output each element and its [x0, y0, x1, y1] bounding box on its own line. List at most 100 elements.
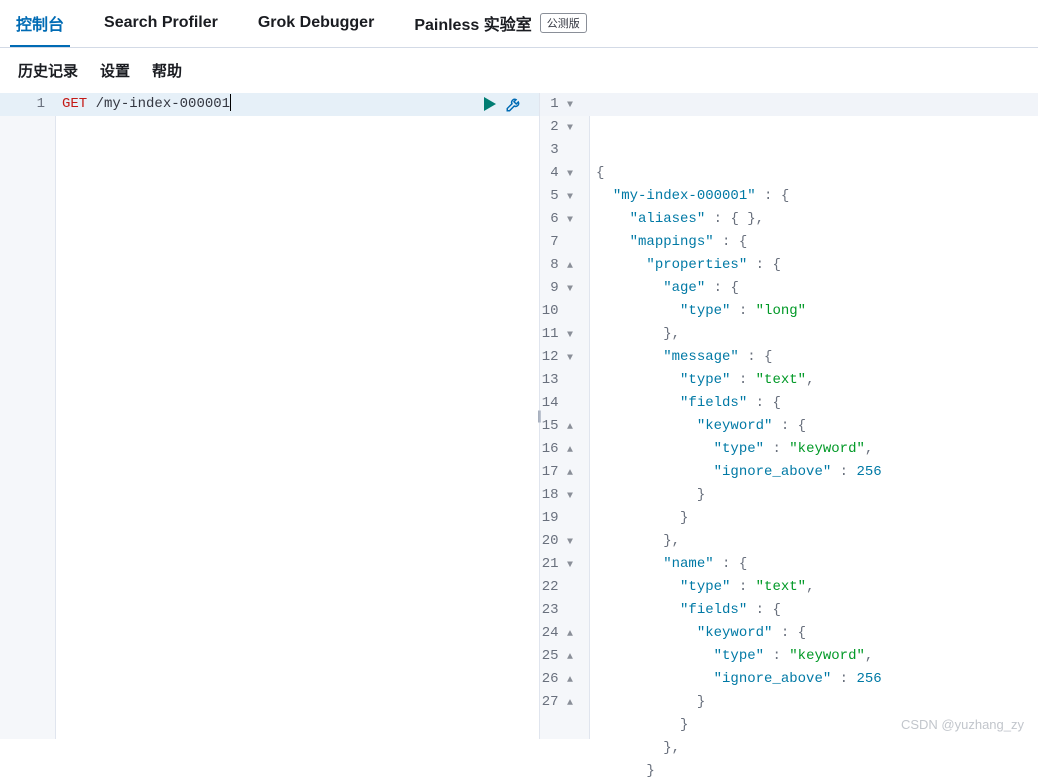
- response-line[interactable]: "age" : {: [590, 277, 1038, 300]
- line-number: 1 ▼: [540, 93, 575, 116]
- line-number: 21 ▼: [540, 553, 575, 576]
- response-line[interactable]: "ignore_above" : 256: [590, 668, 1038, 691]
- response-line[interactable]: "type" : "keyword",: [590, 645, 1038, 668]
- fold-expand-icon[interactable]: ▲: [565, 623, 575, 646]
- tab-painless-lab[interactable]: Painless 实验室 公测版: [408, 0, 592, 47]
- watermark: CSDN @yuzhang_zy: [901, 717, 1024, 732]
- request-pane: 1 GET /my-index-000001: [0, 93, 540, 739]
- tab-console[interactable]: 控制台: [10, 0, 70, 47]
- response-line[interactable]: "type" : "long": [590, 300, 1038, 323]
- response-line[interactable]: {: [590, 162, 1038, 185]
- line-number: 26 ▲: [540, 668, 575, 691]
- line-number: 17 ▲: [540, 461, 575, 484]
- play-icon: [483, 96, 497, 112]
- text-cursor: [230, 94, 231, 111]
- line-number: 25 ▲: [540, 645, 575, 668]
- response-line[interactable]: "properties" : {: [590, 254, 1038, 277]
- line-number: 27 ▲: [540, 691, 575, 714]
- subnav-help[interactable]: 帮助: [152, 60, 182, 81]
- tab-label: Painless 实验室: [414, 11, 531, 35]
- line-number: 14: [540, 392, 575, 415]
- fold-expand-icon[interactable]: ▲: [565, 462, 575, 485]
- wrench-icon: [505, 95, 523, 113]
- request-editor[interactable]: GET /my-index-000001: [56, 93, 539, 739]
- line-number: 6 ▼: [540, 208, 575, 231]
- response-line[interactable]: "name" : {: [590, 553, 1038, 576]
- response-line[interactable]: "mappings" : {: [590, 231, 1038, 254]
- response-line[interactable]: },: [590, 323, 1038, 346]
- response-line[interactable]: "message" : {: [590, 346, 1038, 369]
- response-line[interactable]: "aliases" : { },: [590, 208, 1038, 231]
- response-line[interactable]: "ignore_above" : 256: [590, 461, 1038, 484]
- fold-collapse-icon[interactable]: ▼: [565, 117, 575, 140]
- response-line[interactable]: }: [590, 484, 1038, 507]
- line-number: 4 ▼: [540, 162, 575, 185]
- line-number: 18 ▼: [540, 484, 575, 507]
- line-number: 16 ▲: [540, 438, 575, 461]
- fold-expand-icon[interactable]: ▲: [565, 439, 575, 462]
- line-number: 11 ▼: [540, 323, 575, 346]
- fold-collapse-icon[interactable]: ▼: [565, 554, 575, 577]
- line-number: 22: [540, 576, 575, 599]
- fold-collapse-icon[interactable]: ▼: [565, 278, 575, 301]
- line-number: 10: [540, 300, 575, 323]
- fold-expand-icon[interactable]: ▲: [565, 692, 575, 715]
- line-number: 20 ▼: [540, 530, 575, 553]
- response-line[interactable]: "keyword" : {: [590, 415, 1038, 438]
- response-line[interactable]: "type" : "keyword",: [590, 438, 1038, 461]
- fold-collapse-icon[interactable]: ▼: [565, 163, 575, 186]
- tab-search-profiler[interactable]: Search Profiler: [98, 0, 224, 47]
- fold-collapse-icon[interactable]: ▼: [565, 531, 575, 554]
- line-number: 12 ▼: [540, 346, 575, 369]
- fold-expand-icon[interactable]: ▲: [565, 646, 575, 669]
- response-line[interactable]: "fields" : {: [590, 392, 1038, 415]
- line-number: 9 ▼: [540, 277, 575, 300]
- response-line[interactable]: "fields" : {: [590, 599, 1038, 622]
- response-line[interactable]: }: [590, 691, 1038, 714]
- line-number: 13: [540, 369, 575, 392]
- tab-label: Grok Debugger: [258, 14, 374, 32]
- fold-collapse-icon[interactable]: ▼: [565, 94, 575, 117]
- subnav-history[interactable]: 历史记录: [18, 60, 78, 81]
- response-line[interactable]: "keyword" : {: [590, 622, 1038, 645]
- beta-badge: 公测版: [540, 13, 587, 33]
- response-gutter: 1 ▼2 ▼3 4 ▼5 ▼6 ▼7 8 ▲9 ▼10 11 ▼12 ▼13 1…: [540, 93, 590, 739]
- main-tabs: 控制台 Search Profiler Grok Debugger Painle…: [0, 0, 1038, 48]
- http-path: /my-index-000001: [96, 96, 230, 112]
- response-line[interactable]: },: [590, 530, 1038, 553]
- response-pane: 1 ▼2 ▼3 4 ▼5 ▼6 ▼7 8 ▲9 ▼10 11 ▼12 ▼13 1…: [540, 93, 1038, 739]
- fold-collapse-icon[interactable]: ▼: [565, 485, 575, 508]
- response-line[interactable]: "type" : "text",: [590, 576, 1038, 599]
- response-line[interactable]: "type" : "text",: [590, 369, 1038, 392]
- fold-collapse-icon[interactable]: ▼: [565, 209, 575, 232]
- response-line[interactable]: "my-index-000001" : {: [590, 185, 1038, 208]
- wrench-button[interactable]: [505, 95, 523, 113]
- tab-grok-debugger[interactable]: Grok Debugger: [252, 0, 380, 47]
- response-line[interactable]: }: [590, 507, 1038, 530]
- request-line[interactable]: GET /my-index-000001: [56, 93, 539, 116]
- response-line[interactable]: }: [590, 760, 1038, 783]
- run-button[interactable]: [483, 96, 497, 112]
- response-editor[interactable]: { "my-index-000001" : { "aliases" : { },…: [590, 93, 1038, 739]
- line-number: 1: [0, 93, 45, 116]
- fold-collapse-icon[interactable]: ▼: [565, 324, 575, 347]
- line-number: 15 ▲: [540, 415, 575, 438]
- fold-collapse-icon[interactable]: ▼: [565, 347, 575, 370]
- fold-expand-icon[interactable]: ▲: [565, 416, 575, 439]
- fold-expand-icon[interactable]: ▲: [565, 669, 575, 692]
- response-line[interactable]: },: [590, 737, 1038, 760]
- request-gutter: 1: [0, 93, 56, 739]
- pane-resize-handle[interactable]: ||: [537, 408, 540, 423]
- tab-label: Search Profiler: [104, 14, 218, 32]
- line-number: 23: [540, 599, 575, 622]
- line-number: 8 ▲: [540, 254, 575, 277]
- fold-collapse-icon[interactable]: ▼: [565, 186, 575, 209]
- tab-label: 控制台: [16, 11, 64, 35]
- subnav-settings[interactable]: 设置: [100, 60, 130, 81]
- line-number: 2 ▼: [540, 116, 575, 139]
- fold-expand-icon[interactable]: ▲: [565, 255, 575, 278]
- console-subnav: 历史记录 设置 帮助: [0, 48, 1038, 93]
- line-number: 7: [540, 231, 575, 254]
- line-number: 5 ▼: [540, 185, 575, 208]
- line-number: 19: [540, 507, 575, 530]
